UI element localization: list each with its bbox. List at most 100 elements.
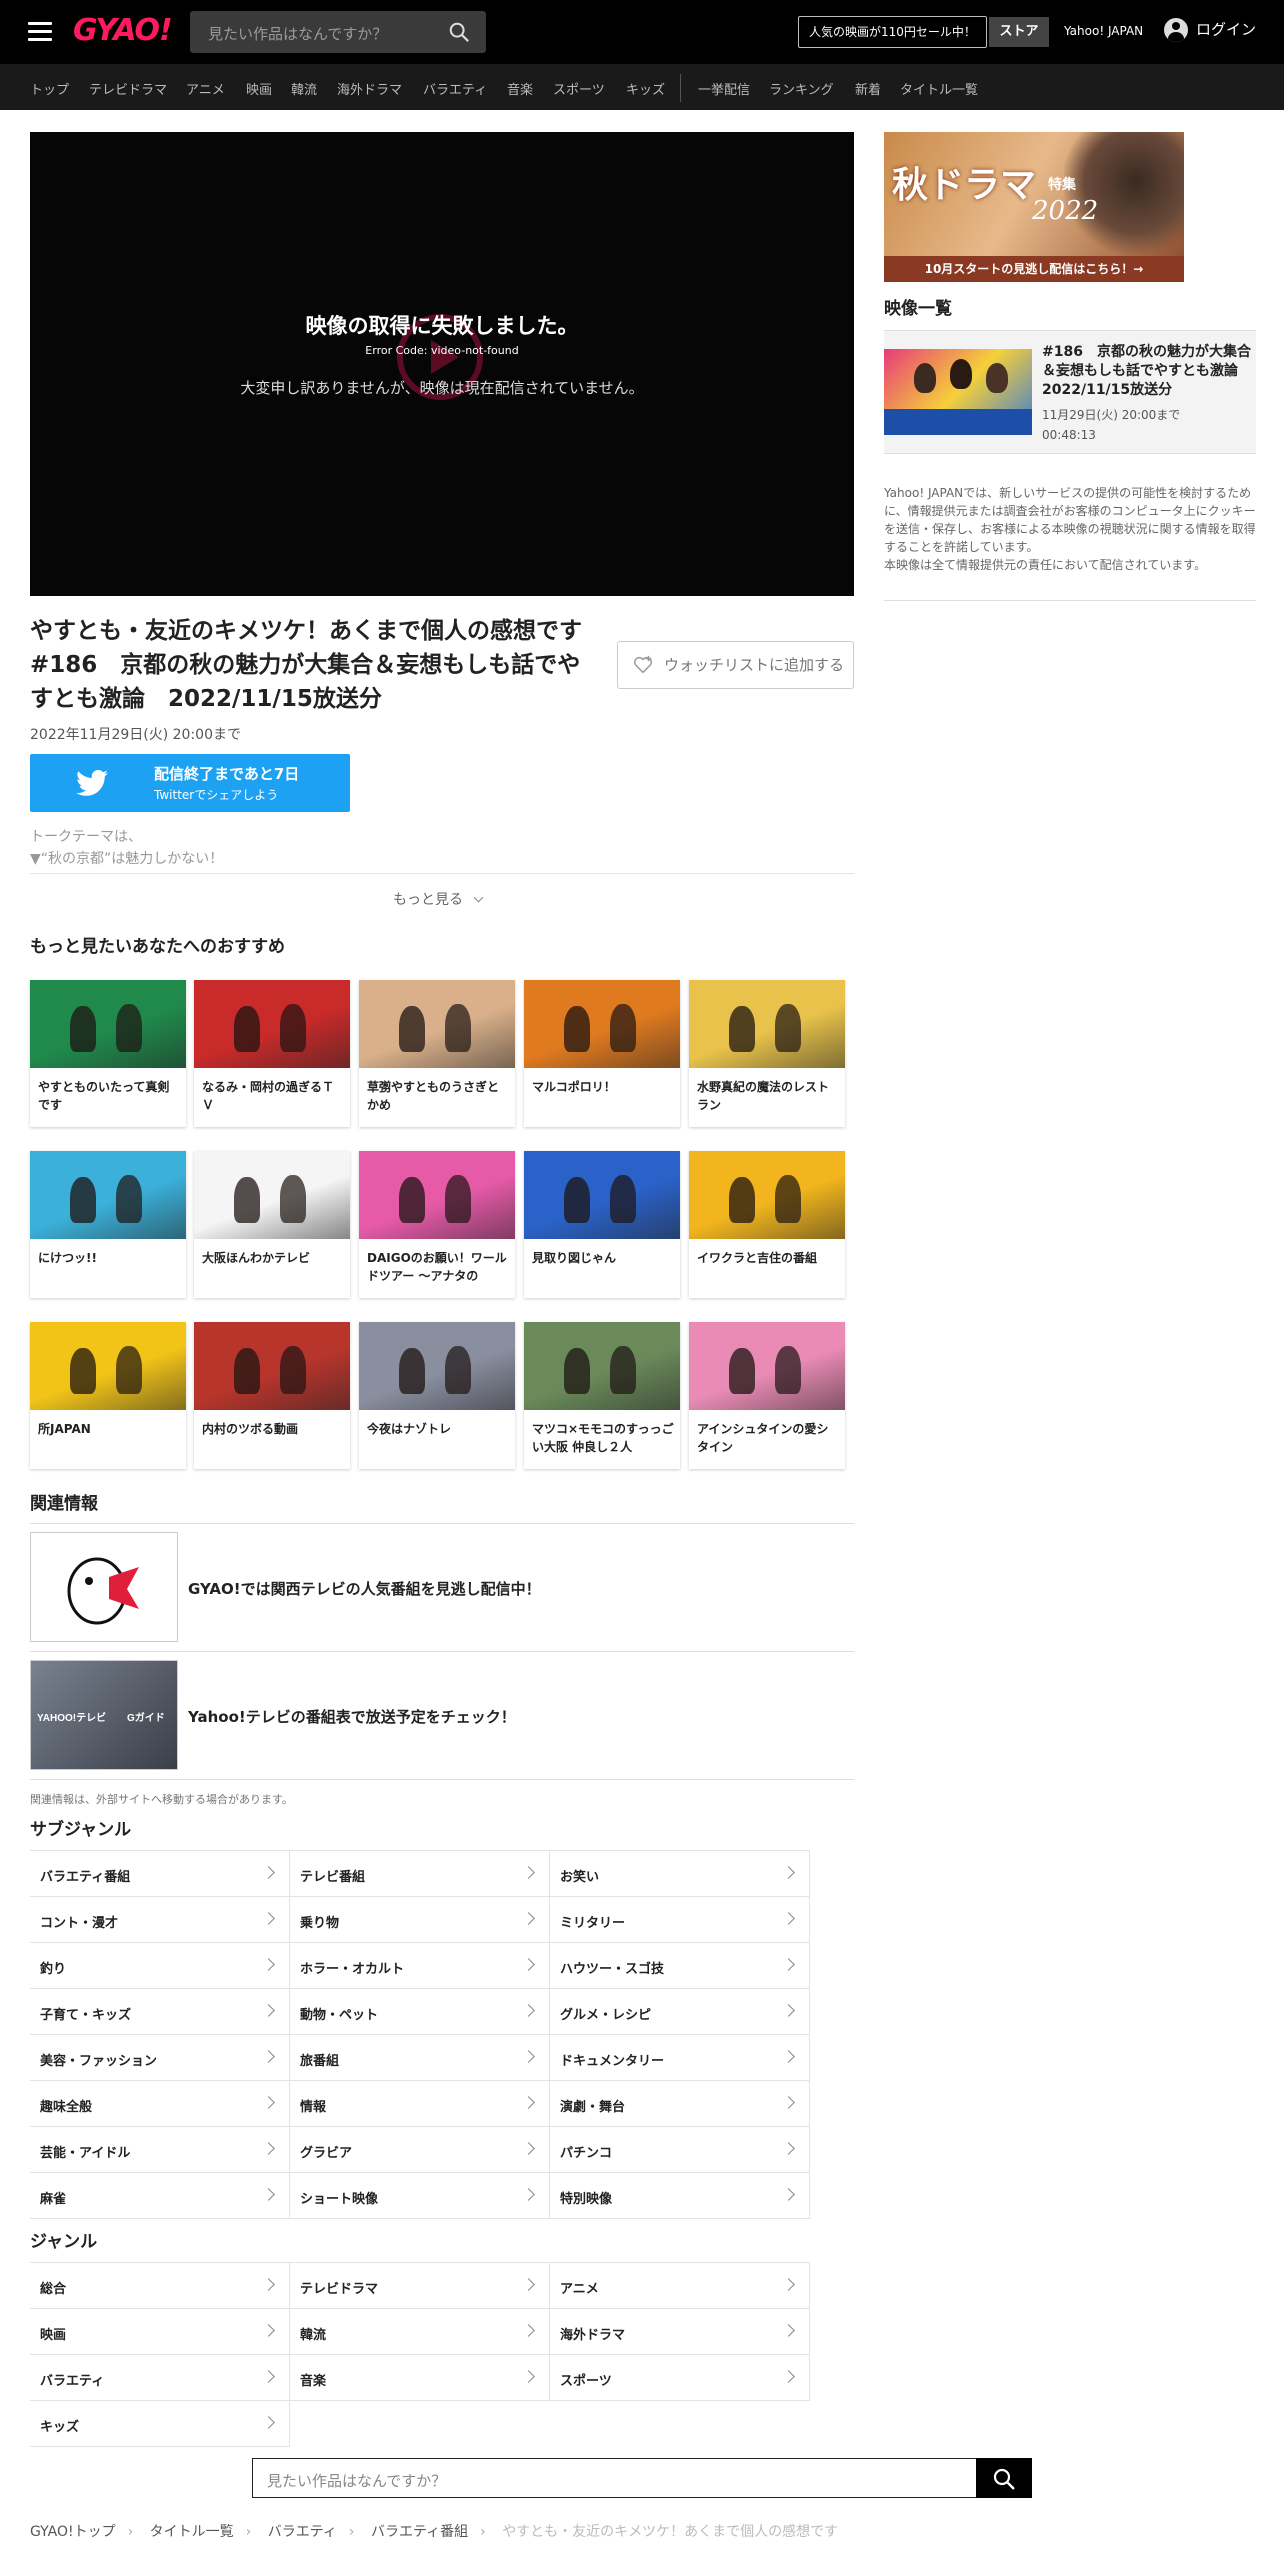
nav-item-new[interactable]: 新着 (855, 79, 881, 98)
related-item-gyao[interactable]: GYAO!では関西テレビの人気番組を見逃し配信中！ (30, 1524, 854, 1652)
subgenre-label: 芸能・アイドル (40, 2146, 131, 2161)
genre-item[interactable]: キッズ (30, 2401, 290, 2447)
breadcrumb-item[interactable]: タイトル一覧 (150, 2524, 234, 2540)
chevron-right-icon (522, 1912, 535, 1925)
subgenre-label: 動物・ペット (300, 2008, 379, 2023)
genre-item[interactable]: 海外ドラマ (550, 2309, 810, 2355)
subgenre-item[interactable]: お笑い (550, 1851, 810, 1897)
store-button[interactable]: ストア (989, 17, 1049, 47)
reco-card[interactable]: 草彅やすとものうさぎとかめ (359, 980, 515, 1127)
yahoo-tv-thumb: YAHOO!テレビ Gガイド (30, 1660, 178, 1770)
nav-item-titles[interactable]: タイトル一覧 (900, 79, 978, 98)
twitter-share-button[interactable]: 配信終了まであと7日 Twitterでシェアしよう (30, 754, 350, 812)
subgenre-item[interactable]: 麻雀 (30, 2173, 290, 2219)
subgenre-item[interactable]: 情報 (290, 2081, 550, 2127)
reco-card[interactable]: 大阪ほんわかテレビ (194, 1151, 350, 1298)
subgenre-item[interactable]: バラエティ番組 (30, 1851, 290, 1897)
add-watchlist-button[interactable]: ウォッチリストに追加する (617, 641, 854, 689)
nav-item-top[interactable]: トップ (30, 79, 69, 98)
chevron-right-icon (522, 2142, 535, 2155)
reco-card[interactable]: 内村のツボる動画 (194, 1322, 350, 1469)
video-player[interactable]: 映像の取得に失敗しました。 Error Code: video-not-foun… (30, 132, 854, 596)
more-button[interactable]: もっと見る (393, 889, 484, 909)
subgenre-item[interactable]: 演劇・舞台 (550, 2081, 810, 2127)
subgenre-item[interactable]: ホラー・オカルト (290, 1943, 550, 1989)
subgenre-item[interactable]: 子育て・キッズ (30, 1989, 290, 2035)
nav-item-variety[interactable]: バラエティ (423, 79, 487, 98)
breadcrumb-item[interactable]: バラエティ番組 (371, 2524, 468, 2540)
subgenre-item[interactable]: グラビア (290, 2127, 550, 2173)
subgenre-item[interactable]: ドキュメンタリー (550, 2035, 810, 2081)
genre-item[interactable]: 韓流 (290, 2309, 550, 2355)
subgenre-item[interactable]: 旅番組 (290, 2035, 550, 2081)
subgenre-item[interactable]: ショート映像 (290, 2173, 550, 2219)
reco-card[interactable]: イワクラと吉住の番組 (689, 1151, 845, 1298)
nav-item-drama[interactable]: テレビドラマ (89, 79, 167, 98)
subgenre-item[interactable]: 乗り物 (290, 1897, 550, 1943)
nav-item-movie[interactable]: 映画 (246, 79, 272, 98)
genre-item[interactable]: 音楽 (290, 2355, 550, 2401)
reco-card[interactable]: マルコポロリ！ (524, 980, 680, 1127)
subgenre-item[interactable]: ミリタリー (550, 1897, 810, 1943)
video-list-item[interactable]: #186 京都の秋の魅力が大集合＆妄想もしも話でやすとも激論 2022/11/1… (884, 330, 1256, 454)
reco-card[interactable]: 今夜はナゾトレ (359, 1322, 515, 1469)
reco-card[interactable]: やすとものいたって真剣です (30, 980, 186, 1127)
nav-item-ranking[interactable]: ランキング (769, 79, 834, 98)
search-icon[interactable] (448, 21, 470, 43)
reco-card[interactable]: なるみ・岡村の過ぎるＴＶ (194, 980, 350, 1127)
subgenre-label: 旅番組 (300, 2054, 340, 2069)
subgenre-item[interactable]: 釣り (30, 1943, 290, 1989)
nav-item-sports[interactable]: スポーツ (553, 79, 605, 98)
reco-card[interactable]: 水野真紀の魔法のレストラン (689, 980, 845, 1127)
reco-card[interactable]: DAIGOのお願い！ワールドツアー 〜アナタの (359, 1151, 515, 1298)
chevron-right-icon (262, 1912, 275, 1925)
subgenre-item[interactable]: パチンコ (550, 2127, 810, 2173)
related-item-yahoo-tv[interactable]: YAHOO!テレビ Gガイド Yahoo!テレビの番組表で放送予定をチェック！ (30, 1652, 854, 1780)
subgenre-item[interactable]: 動物・ペット (290, 1989, 550, 2035)
genre-item[interactable]: スポーツ (550, 2355, 810, 2401)
reco-thumb (359, 980, 515, 1068)
nav-item-korean[interactable]: 韓流 (291, 79, 317, 98)
chevron-right-icon (262, 2416, 275, 2429)
nav-item-kids[interactable]: キッズ (626, 79, 665, 98)
subgenre-item[interactable]: グルメ・レシピ (550, 1989, 810, 2035)
subgenre-item[interactable]: 特別映像 (550, 2173, 810, 2219)
banner-person (1064, 132, 1184, 256)
gyao-logo[interactable]: GYAO! (73, 13, 173, 48)
breadcrumb-item[interactable]: GYAO!トップ (30, 2524, 116, 2540)
genre-item[interactable]: 総合 (30, 2263, 290, 2309)
nav-item-anime[interactable]: アニメ (186, 79, 225, 98)
subgenre-item[interactable]: 芸能・アイドル (30, 2127, 290, 2173)
sale-link[interactable]: 人気の映画が110円セール中！ (798, 16, 987, 48)
nav-item-binge[interactable]: 一挙配信 (698, 79, 750, 98)
genre-item[interactable]: バラエティ (30, 2355, 290, 2401)
yahoo-japan-link[interactable]: Yahoo! JAPAN (1064, 24, 1143, 38)
subgenre-item[interactable]: ハウツー・スゴ技 (550, 1943, 810, 1989)
autumn-drama-banner[interactable]: 秋ドラマ 特集 2022 10月スタートの見逃し配信はこちら！→ (884, 132, 1184, 282)
reco-card[interactable]: 見取り図じゃん (524, 1151, 680, 1298)
related-text: GYAO!では関西テレビの人気番組を見逃し配信中！ (188, 1580, 541, 1598)
subgenre-item[interactable]: 美容・ファッション (30, 2035, 290, 2081)
chevron-right-icon (522, 2324, 535, 2337)
reco-card[interactable]: 所JAPAN (30, 1322, 186, 1469)
subgenre-item[interactable]: コント・漫才 (30, 1897, 290, 1943)
nav-item-music[interactable]: 音楽 (507, 79, 533, 98)
breadcrumb-item[interactable]: バラエティ (268, 2524, 337, 2540)
reco-title: DAIGOのお願い！ワールドツアー 〜アナタの (367, 1251, 507, 1283)
menu-icon[interactable] (28, 22, 52, 41)
login-button[interactable]: ログイン (1164, 18, 1256, 42)
genre-item[interactable]: テレビドラマ (290, 2263, 550, 2309)
nav-item-overseas[interactable]: 海外ドラマ (337, 79, 402, 98)
subgenre-item[interactable]: テレビ番組 (290, 1851, 550, 1897)
genre-item[interactable]: アニメ (550, 2263, 810, 2309)
reco-card[interactable]: マツコ×モモコのすっっごい大阪 仲良し２人 (524, 1322, 680, 1469)
reco-card[interactable]: アインシュタインの愛シタイン (689, 1322, 845, 1469)
search-button[interactable] (976, 2458, 1032, 2498)
genre-item[interactable]: 映画 (30, 2309, 290, 2355)
reco-card[interactable]: にけつッ!! (30, 1151, 186, 1298)
error-title: 映像の取得に失敗しました。 (305, 314, 579, 338)
header-search-input[interactable]: 見たい作品はなんですか？ (190, 11, 486, 53)
chevron-right-icon (782, 2278, 795, 2291)
subgenre-item[interactable]: 趣味全般 (30, 2081, 290, 2127)
bottom-search-input[interactable]: 見たい作品はなんですか？ (252, 2458, 1032, 2498)
